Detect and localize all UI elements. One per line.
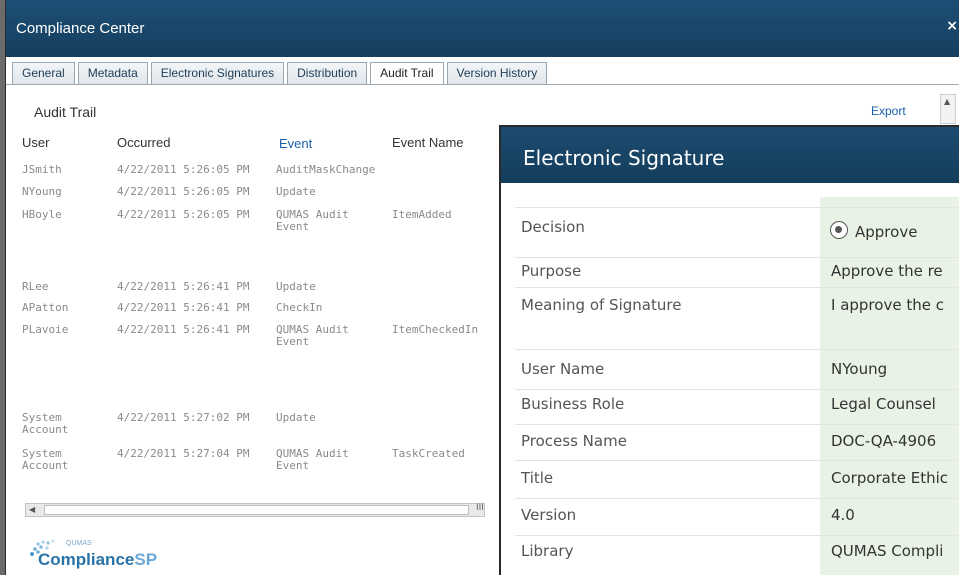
cell-occurred: 4/22/2011 5:26:05 PM bbox=[117, 163, 250, 176]
cell-user: NYoung bbox=[22, 185, 62, 198]
esig-label-user-name: User Name bbox=[521, 360, 605, 378]
tab-electronic-signatures[interactable]: Electronic Signatures bbox=[150, 62, 285, 84]
esig-label-purpose: Purpose bbox=[521, 262, 582, 280]
vertical-scrollbar[interactable]: ▲ bbox=[940, 94, 956, 124]
esig-value-meaning: I approve the c bbox=[831, 296, 944, 314]
scrollbar-thumb[interactable] bbox=[44, 505, 469, 515]
cell-user: PLavoie bbox=[22, 323, 69, 336]
cell-occurred: 4/22/2011 5:26:05 PM bbox=[117, 185, 250, 198]
cell-occurred: 4/22/2011 5:26:41 PM bbox=[117, 323, 250, 336]
cell-event-name: TaskCreated bbox=[392, 447, 465, 460]
cell-event: CheckIn bbox=[276, 301, 323, 314]
logo-brand-suffix: SP bbox=[134, 550, 158, 569]
esig-label-process-name: Process Name bbox=[521, 432, 627, 450]
esig-value-library: QUMAS Compli bbox=[831, 542, 944, 560]
window-titlebar: Compliance Center × bbox=[6, 0, 959, 57]
compliance-center-window: Compliance Center × General Metadata Ele… bbox=[5, 0, 959, 575]
cell-occurred: 4/22/2011 5:26:41 PM bbox=[117, 301, 250, 314]
esig-row-divider bbox=[515, 389, 959, 390]
scroll-up-icon[interactable]: ▲ bbox=[944, 97, 950, 106]
scroll-grip-icon: III bbox=[476, 503, 484, 513]
esig-label-library: Library bbox=[521, 542, 574, 560]
audit-trail-title: Audit Trail bbox=[34, 104, 97, 120]
esig-value-title: Corporate Ethic bbox=[831, 469, 949, 487]
close-icon[interactable]: × bbox=[946, 18, 958, 34]
cell-occurred: 4/22/2011 5:27:02 PM bbox=[117, 411, 250, 424]
electronic-signature-dialog: Electronic Signature Decision Approve Pu… bbox=[499, 125, 959, 575]
esig-label-version: Version bbox=[521, 506, 577, 524]
cell-user: System Account bbox=[22, 411, 69, 436]
esig-value-business-role: Legal Counsel bbox=[831, 395, 936, 413]
logo-small-text: QUMAS bbox=[66, 540, 92, 547]
cell-event: Update bbox=[276, 411, 316, 424]
scroll-left-icon[interactable]: ◀ bbox=[29, 504, 35, 516]
tab-distribution[interactable]: Distribution bbox=[287, 62, 368, 84]
column-header-event[interactable]: Event bbox=[279, 136, 312, 151]
cell-occurred: 4/22/2011 5:26:41 PM bbox=[117, 280, 250, 293]
esig-row-divider bbox=[515, 207, 959, 208]
esig-header: Electronic Signature bbox=[501, 127, 959, 183]
esig-row-divider bbox=[515, 460, 959, 461]
column-header-event-name[interactable]: Event Name bbox=[392, 135, 464, 150]
cell-user: System Account bbox=[22, 447, 69, 472]
column-header-user[interactable]: User bbox=[22, 135, 49, 150]
cell-event: QUMAS Audit Event bbox=[276, 447, 349, 472]
cell-event: Update bbox=[276, 280, 316, 293]
logo-brand: ComplianceSP bbox=[38, 550, 157, 570]
esig-row-divider bbox=[515, 424, 959, 425]
horizontal-scrollbar[interactable]: ◀ III bbox=[25, 503, 485, 517]
esig-title: Electronic Signature bbox=[523, 146, 725, 170]
cell-user: HBoyle bbox=[22, 208, 62, 221]
radio-selected-icon[interactable] bbox=[830, 221, 848, 239]
esig-value-user-name: NYoung bbox=[831, 360, 888, 378]
esig-value-version: 4.0 bbox=[831, 506, 855, 524]
tab-version-history[interactable]: Version History bbox=[446, 62, 548, 84]
cell-event-name: ItemAdded bbox=[392, 208, 452, 221]
cell-event: QUMAS Audit Event bbox=[276, 208, 349, 233]
logo-brand-main: Compliance bbox=[38, 550, 135, 569]
tab-strip: General Metadata Electronic Signatures D… bbox=[12, 62, 550, 85]
esig-row-divider bbox=[515, 535, 959, 536]
esig-label-decision: Decision bbox=[521, 218, 585, 236]
cell-user: APatton bbox=[22, 301, 69, 314]
tab-metadata[interactable]: Metadata bbox=[77, 62, 148, 84]
cell-user: JSmith bbox=[22, 163, 62, 176]
tab-divider bbox=[6, 84, 959, 85]
cell-user: RLee bbox=[22, 280, 49, 293]
esig-label-meaning: Meaning of Signature bbox=[521, 296, 682, 314]
esig-value-decision: Approve bbox=[855, 223, 918, 241]
window-title: Compliance Center bbox=[16, 20, 145, 37]
esig-row-divider bbox=[515, 349, 959, 350]
esig-row-divider bbox=[515, 257, 959, 258]
esig-value-process-name: DOC-QA-4906 bbox=[831, 432, 937, 450]
cell-event: AuditMaskChange bbox=[276, 163, 376, 176]
cell-occurred: 4/22/2011 5:26:05 PM bbox=[117, 208, 250, 221]
esig-label-title: Title bbox=[521, 469, 554, 487]
tab-audit-trail[interactable]: Audit Trail bbox=[370, 62, 444, 85]
tab-general[interactable]: General bbox=[12, 62, 75, 84]
export-link[interactable]: Export bbox=[871, 104, 906, 118]
esig-value-purpose: Approve the re bbox=[831, 262, 943, 280]
cell-occurred: 4/22/2011 5:27:04 PM bbox=[117, 447, 250, 460]
cell-event-name: ItemCheckedIn bbox=[392, 323, 479, 336]
cell-event: QUMAS Audit Event bbox=[276, 323, 349, 348]
cell-event: Update bbox=[276, 185, 316, 198]
esig-row-divider bbox=[515, 287, 959, 288]
esig-row-divider bbox=[515, 498, 959, 499]
column-header-occurred[interactable]: Occurred bbox=[117, 135, 170, 150]
esig-label-business-role: Business Role bbox=[521, 395, 625, 413]
